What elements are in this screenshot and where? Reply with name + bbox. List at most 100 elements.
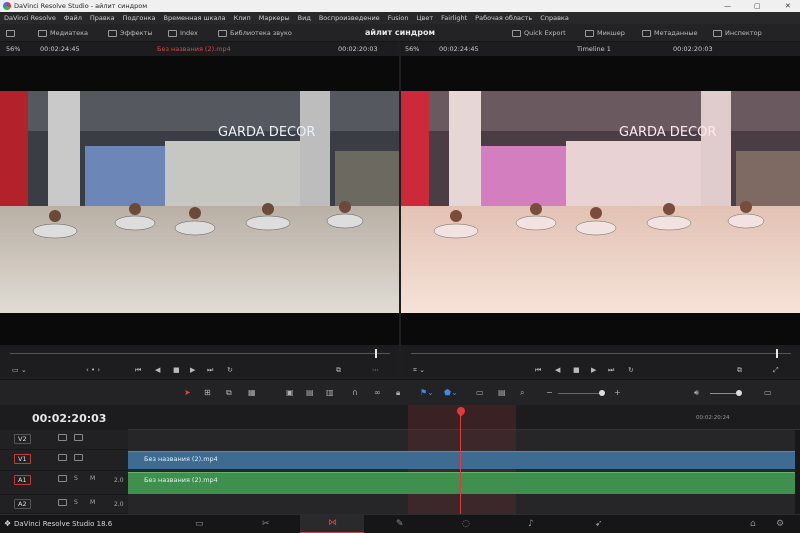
- timeline-viewer[interactable]: GARDA DECOR: [401, 56, 800, 345]
- video-clip[interactable]: Без названия (2).mp4: [128, 451, 795, 469]
- source-zoom[interactable]: 56%: [6, 42, 20, 56]
- loop-icon[interactable]: ↻: [227, 363, 233, 377]
- color-page-icon[interactable]: ◌: [462, 519, 470, 529]
- quick-export-button[interactable]: Quick Export: [512, 24, 566, 42]
- go-to-end-icon[interactable]: ⏭: [207, 363, 213, 377]
- home-icon[interactable]: ⌂: [750, 519, 756, 529]
- page-navigation-bar: ❖ DaVinci Resolve Studio 18.6 ▭ ✂ ⋈ ✎ ◌ …: [0, 514, 800, 533]
- timeline-scrub-handle[interactable]: [776, 349, 778, 358]
- menu-color[interactable]: Цвет: [412, 12, 437, 24]
- a1-lock-icon[interactable]: [58, 475, 67, 482]
- fusion-page-icon[interactable]: ✎: [396, 519, 404, 529]
- timeline-vertical-scrollbar[interactable]: [795, 430, 800, 514]
- metadata-button[interactable]: Метаданные: [642, 24, 698, 42]
- menu-workspace[interactable]: Рабочая область: [471, 12, 536, 24]
- snapping-icon[interactable]: ∩: [352, 380, 358, 406]
- replace-clip-icon[interactable]: ▥: [326, 380, 334, 406]
- menu-fusion[interactable]: Fusion: [384, 12, 413, 24]
- menu-davinci[interactable]: DaVinci Resolve: [0, 12, 60, 24]
- menu-trim[interactable]: Подгонка: [119, 12, 160, 24]
- a1-solo-button[interactable]: S: [74, 475, 78, 482]
- timeline-scrub-bar[interactable]: [401, 345, 800, 363]
- source-settings-icon[interactable]: ⋯: [372, 363, 379, 377]
- menu-help[interactable]: Справка: [536, 12, 573, 24]
- a1-mute-button[interactable]: M: [90, 475, 95, 482]
- maximize-button[interactable]: ▢: [754, 0, 761, 12]
- deliver-page-icon[interactable]: ➹: [595, 519, 603, 529]
- menu-view[interactable]: Вид: [294, 12, 315, 24]
- v1-visibility-icon[interactable]: [74, 454, 83, 461]
- zoom-custom-icon[interactable]: ⌕: [520, 380, 524, 406]
- audio-meter-icon[interactable]: ▭: [764, 380, 772, 406]
- blade-tool-icon[interactable]: ▦: [248, 380, 256, 406]
- timeline-view-options-icon[interactable]: ⌗ ⌄: [413, 363, 425, 377]
- track-name-a1[interactable]: A1: [14, 475, 31, 485]
- linked-selection-icon[interactable]: ∞: [374, 380, 381, 406]
- timeline-transport: ⌗ ⌄ ⏮ ◀ ■ ▶ ⏭ ↻ ⧉ ⤢: [401, 363, 800, 377]
- source-scrub-bar[interactable]: [0, 345, 399, 363]
- selection-tool-icon[interactable]: ➤: [184, 380, 191, 406]
- track-name-v1[interactable]: V1: [14, 454, 31, 464]
- close-button[interactable]: ✕: [785, 0, 791, 12]
- v2-lock-icon[interactable]: [58, 434, 67, 441]
- go-to-start-icon[interactable]: ⏮: [135, 363, 141, 377]
- timeline-viewer-zoom[interactable]: 56%: [405, 42, 419, 56]
- tl-step-back-icon[interactable]: ◀: [555, 363, 560, 377]
- tl-fullscreen-icon[interactable]: ⤢: [773, 363, 779, 377]
- settings-gear-icon[interactable]: ⚙: [776, 519, 784, 529]
- tl-stop-icon[interactable]: ■: [573, 363, 580, 377]
- source-viewer[interactable]: GARDA DECOR: [0, 56, 399, 345]
- menu-playback[interactable]: Воспроизведение: [315, 12, 384, 24]
- source-scrub-handle[interactable]: [375, 349, 377, 358]
- zoom-in-icon[interactable]: +: [614, 380, 621, 406]
- trim-tool-icon[interactable]: ⊞: [204, 380, 211, 406]
- volume-slider-handle[interactable]: [736, 390, 742, 396]
- zoom-slider-handle[interactable]: [599, 390, 605, 396]
- media-page-icon[interactable]: ▭: [195, 519, 204, 529]
- zoom-slider[interactable]: [558, 393, 600, 394]
- overwrite-clip-icon[interactable]: ▤: [306, 380, 314, 406]
- jog-control-icon[interactable]: ‹ • ›: [86, 363, 100, 377]
- insert-clip-icon[interactable]: ▣: [286, 380, 294, 406]
- menu-fairlight[interactable]: Fairlight: [437, 12, 471, 24]
- step-back-icon[interactable]: ◀: [155, 363, 160, 377]
- fairlight-page-icon[interactable]: ♪: [528, 519, 534, 529]
- tl-go-to-start-icon[interactable]: ⏮: [535, 363, 541, 377]
- source-clip-name[interactable]: Без названия (2).mp4: [157, 42, 231, 56]
- a2-mute-button[interactable]: M: [90, 499, 95, 506]
- menu-clip[interactable]: Клип: [230, 12, 255, 24]
- timeline-name[interactable]: Timeline 1: [577, 42, 611, 56]
- tl-loop-icon[interactable]: ↻: [628, 363, 634, 377]
- timeline-timecode-panel: 00:02:20:03: [0, 405, 128, 430]
- flag-icon[interactable]: ⚑⌄: [420, 380, 434, 406]
- tl-play-icon[interactable]: ▶: [591, 363, 596, 377]
- edit-page-tab[interactable]: ⋈: [300, 515, 364, 533]
- stop-icon[interactable]: ■: [173, 363, 180, 377]
- cut-page-icon[interactable]: ✂: [262, 519, 270, 529]
- tl-match-frame-icon[interactable]: ⧉: [737, 363, 742, 377]
- a2-solo-button[interactable]: S: [74, 499, 78, 506]
- timeline-view-icon[interactable]: ▭: [476, 380, 484, 406]
- match-frame-icon[interactable]: ⧉: [336, 363, 341, 377]
- inspector-button[interactable]: Инспектор: [713, 24, 762, 42]
- minimize-button[interactable]: —: [724, 0, 731, 12]
- volume-icon[interactable]: 🔊︎: [694, 380, 699, 406]
- zoom-out-icon[interactable]: −: [546, 380, 553, 406]
- a2-lock-icon[interactable]: [58, 499, 67, 506]
- menu-edit[interactable]: Правка: [86, 12, 119, 24]
- menu-timeline[interactable]: Временная шкала: [160, 12, 230, 24]
- timeline-ruler[interactable]: 00:02:20:24: [128, 405, 800, 430]
- source-view-options-icon[interactable]: ▭ ⌄: [12, 363, 27, 377]
- v1-lock-icon[interactable]: [58, 454, 67, 461]
- position-lock-icon[interactable]: 🔒︎: [396, 380, 400, 406]
- audio-clip[interactable]: Без названия (2).mp4: [128, 472, 795, 494]
- v2-visibility-icon[interactable]: [74, 434, 83, 441]
- tl-go-to-end-icon[interactable]: ⏭: [608, 363, 614, 377]
- play-icon[interactable]: ▶: [190, 363, 195, 377]
- menu-markers[interactable]: Маркеры: [255, 12, 294, 24]
- marker-icon[interactable]: ⬟⌄: [444, 380, 458, 406]
- mixer-button[interactable]: Микшер: [585, 24, 625, 42]
- menu-file[interactable]: Файл: [60, 12, 86, 24]
- zoom-detail-icon[interactable]: ▤: [498, 380, 506, 406]
- dynamic-trim-icon[interactable]: ⧉: [226, 380, 232, 406]
